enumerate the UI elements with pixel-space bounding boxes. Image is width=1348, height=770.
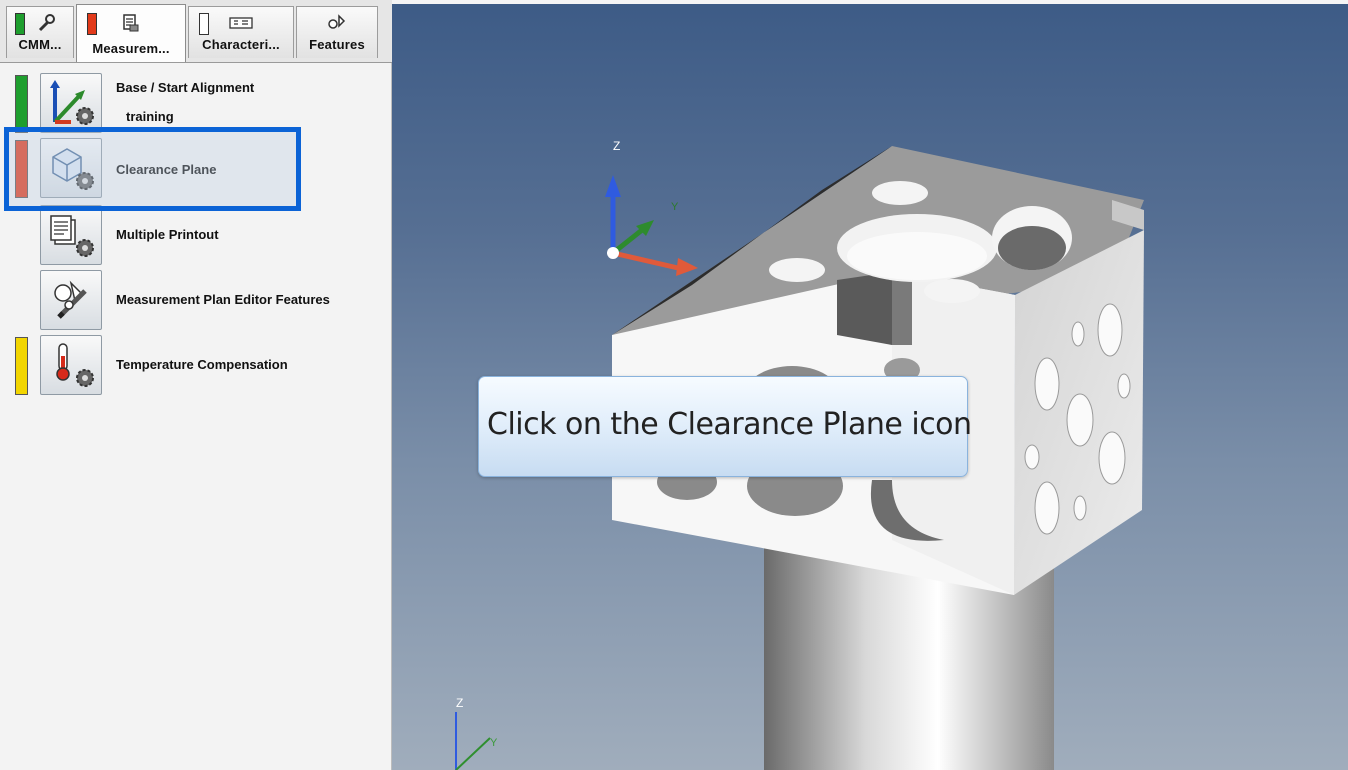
- tab-features[interactable]: Features: [296, 6, 378, 58]
- plan-item-label: Temperature Compensation: [116, 357, 288, 372]
- printout-icon: [50, 215, 94, 257]
- status-indicator-red: [87, 13, 97, 35]
- plan-item-editor-features[interactable]: Measurement Plan Editor Features: [0, 270, 392, 332]
- plan-item-sublabel: training: [126, 109, 174, 124]
- tab-characteristics[interactable]: Characteri...: [188, 6, 294, 58]
- plan-item-temperature-compensation[interactable]: Temperature Compensation: [0, 335, 392, 397]
- plan-item-base-alignment[interactable]: Base / Start Alignment training: [0, 73, 392, 135]
- plan-item-label: Multiple Printout: [116, 227, 219, 242]
- plan-item-multiple-printout[interactable]: Multiple Printout: [0, 205, 392, 267]
- coordinate-triad: [605, 175, 698, 276]
- axis-label-y: Y: [671, 201, 679, 213]
- status-indicator-white: [199, 13, 209, 35]
- tab-label: Measurem...: [92, 41, 170, 56]
- measurement-plan-icon: [123, 14, 139, 32]
- status-indicator-green: [15, 13, 25, 35]
- alignment-icon: [50, 80, 94, 125]
- tab-label: CMM...: [18, 37, 62, 52]
- temperature-button[interactable]: [40, 335, 102, 395]
- status-indicator-yellow: [15, 337, 28, 395]
- plan-item-label: Base / Start Alignment: [116, 80, 255, 95]
- tab-measurement-plan[interactable]: Measurem...: [76, 4, 186, 62]
- tutorial-highlight-box: [4, 127, 301, 211]
- tab-cmm[interactable]: CMM...: [6, 6, 74, 58]
- plan-item-label: Measurement Plan Editor Features: [116, 292, 330, 307]
- editor-features-button[interactable]: [40, 270, 102, 330]
- axis-label-z: Z: [613, 139, 620, 153]
- measurement-plan-panel: CMM... Measurem... Characteri... Feature…: [0, 0, 392, 770]
- corner-axis-label-y: Y: [490, 737, 498, 749]
- callout-text: Click on the Clearance Plane icon: [487, 407, 972, 442]
- tab-strip: CMM... Measurem... Characteri... Feature…: [0, 0, 392, 63]
- viewport-top-border: [392, 0, 1348, 4]
- wrench-icon: [38, 14, 55, 32]
- tab-label: Features: [309, 37, 365, 52]
- printout-button[interactable]: [40, 205, 102, 265]
- characteristic-icon: [229, 17, 253, 29]
- thermometer-icon: [56, 343, 94, 387]
- status-indicator-green: [15, 75, 28, 133]
- features-icon: [328, 14, 346, 29]
- tab-label: Characteri...: [202, 37, 280, 52]
- editor-features-icon: [54, 280, 87, 319]
- tutorial-callout: Click on the Clearance Plane icon: [478, 376, 972, 477]
- corner-coordinate-triad: [455, 712, 491, 770]
- alignment-button[interactable]: [40, 73, 102, 133]
- corner-axis-label-z: Z: [456, 696, 463, 710]
